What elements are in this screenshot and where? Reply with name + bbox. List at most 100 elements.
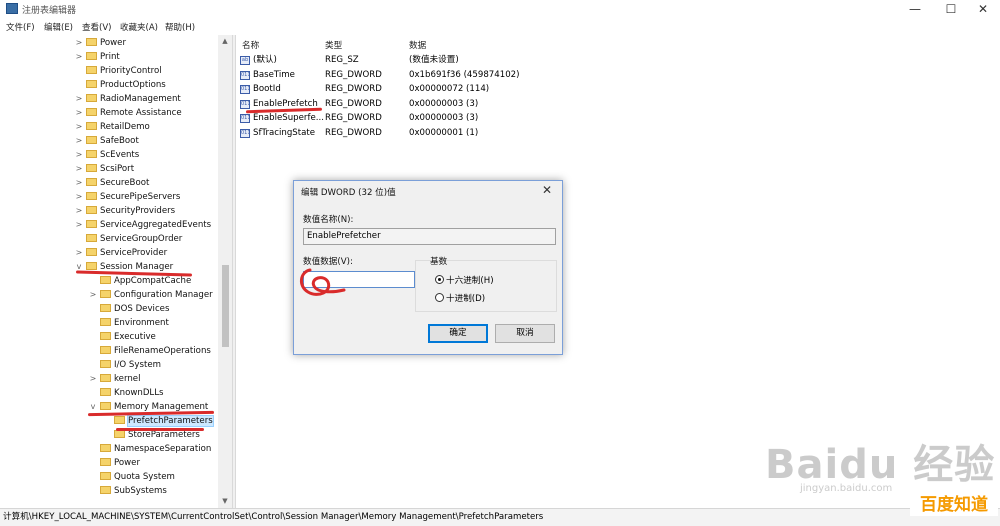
column-name[interactable]: 名称 — [242, 39, 259, 51]
tree-item[interactable]: ServiceGroupOrder — [74, 232, 182, 246]
tree-item[interactable]: Executive — [88, 330, 156, 344]
tree-item[interactable]: I/O System — [88, 358, 161, 372]
tree-item-label[interactable]: SubSystems — [114, 486, 167, 496]
tree-item-label[interactable]: SafeBoot — [100, 136, 139, 146]
value-name[interactable]: BaseTime — [253, 68, 295, 83]
tree-item-label[interactable]: SecurePipeServers — [100, 192, 180, 202]
chevron-down-icon[interactable]: v — [88, 400, 98, 414]
tree-item[interactable]: > ServiceProvider — [74, 246, 167, 260]
tree-item-label[interactable]: Power — [100, 38, 126, 48]
tree-item-label[interactable]: PriorityControl — [100, 66, 162, 76]
tree-item-label[interactable]: kernel — [114, 374, 140, 384]
chevron-right-icon[interactable]: > — [74, 36, 84, 50]
tree-item-label[interactable]: AppCompatCache — [114, 276, 191, 286]
tree-item[interactable]: PrefetchParameters — [102, 414, 214, 428]
tree-item-label[interactable]: ProductOptions — [100, 80, 166, 90]
radio-hexadecimal[interactable]: 十六进制(H) — [435, 274, 555, 286]
radio-hex-label[interactable]: 十六进制(H) — [446, 276, 494, 286]
menu-edit[interactable]: 编辑(E) — [44, 21, 73, 33]
tree-item-label[interactable]: Remote Assistance — [100, 108, 182, 118]
tree-item-label[interactable]: ServiceAggregatedEvents — [100, 220, 211, 230]
tree-item-label[interactable]: KnownDLLs — [114, 388, 164, 398]
tree-item[interactable]: > RadioManagement — [74, 92, 181, 106]
radio-hex-dot-icon[interactable] — [435, 275, 444, 284]
tree-item[interactable]: DOS Devices — [88, 302, 169, 316]
cancel-button[interactable]: 取消 — [495, 324, 555, 343]
value-row[interactable]: 011 EnableSuperfe... REG_DWORD 0x00000003 (… — [240, 111, 600, 126]
tree-item-label[interactable]: DOS Devices — [114, 304, 169, 314]
menu-favorites[interactable]: 收藏夹(A) — [120, 21, 158, 33]
chevron-right-icon[interactable]: > — [74, 218, 84, 232]
tree-item[interactable]: > SecureBoot — [74, 176, 149, 190]
tree-item[interactable]: FileRenameOperations — [88, 344, 211, 358]
tree-item-label[interactable]: RetailDemo — [100, 122, 150, 132]
maximize-button[interactable]: ☐ — [934, 0, 968, 18]
tree-item[interactable]: ProductOptions — [74, 78, 166, 92]
value-name[interactable]: EnableSuperfe... — [253, 111, 324, 126]
chevron-right-icon[interactable]: > — [74, 190, 84, 204]
tree-item[interactable]: > ScEvents — [74, 148, 139, 162]
tree-item-label[interactable]: RadioManagement — [100, 94, 181, 104]
radio-dec-dot-icon[interactable] — [435, 293, 444, 302]
tree-item-label[interactable]: ServiceProvider — [100, 248, 167, 258]
menu-help[interactable]: 帮助(H) — [165, 21, 195, 33]
chevron-right-icon[interactable]: > — [74, 176, 84, 190]
ok-button[interactable]: 确定 — [428, 324, 488, 343]
chevron-right-icon[interactable]: > — [74, 204, 84, 218]
chevron-right-icon[interactable]: > — [74, 148, 84, 162]
tree-item[interactable]: Quota System — [88, 470, 175, 484]
tree-item-label[interactable]: Print — [100, 52, 120, 62]
tree-item-label[interactable]: Executive — [114, 332, 156, 342]
column-type[interactable]: 类型 — [325, 39, 342, 51]
close-button[interactable]: ✕ — [966, 0, 1000, 18]
tree-item-label[interactable]: Power — [114, 458, 140, 468]
chevron-right-icon[interactable]: > — [74, 106, 84, 120]
tree-item[interactable]: PriorityControl — [74, 64, 162, 78]
tree-item-label[interactable]: ScEvents — [100, 150, 139, 160]
tree-item[interactable]: SubSystems — [88, 484, 167, 498]
value-row[interactable]: 011 BaseTime REG_DWORD 0x1b691f36 (45987410… — [240, 68, 600, 83]
tree-item[interactable]: > RetailDemo — [74, 120, 150, 134]
tree-item-label[interactable]: SecurityProviders — [100, 206, 175, 216]
value-row[interactable]: ab (默认) REG_SZ (数值未设置) — [240, 53, 600, 68]
chevron-right-icon[interactable]: > — [74, 162, 84, 176]
tree-item-label[interactable]: NamespaceSeparation — [114, 444, 211, 454]
value-name[interactable]: (默认) — [253, 53, 277, 68]
chevron-right-icon[interactable]: > — [74, 92, 84, 106]
chevron-right-icon[interactable]: > — [74, 134, 84, 148]
chevron-right-icon[interactable]: > — [74, 246, 84, 260]
radio-decimal[interactable]: 十进制(D) — [435, 292, 555, 304]
dialog-close-icon[interactable]: ✕ — [536, 181, 558, 199]
tree-item[interactable]: > SecurePipeServers — [74, 190, 180, 204]
tree-item[interactable]: > Power — [74, 36, 126, 50]
tree-item-label[interactable]: SecureBoot — [100, 178, 149, 188]
chevron-right-icon[interactable]: > — [74, 50, 84, 64]
chevron-right-icon[interactable]: > — [74, 120, 84, 134]
tree-item[interactable]: > SecurityProviders — [74, 204, 175, 218]
tree-item-label[interactable]: ScsiPort — [100, 164, 134, 174]
tree-item-label[interactable]: FileRenameOperations — [114, 346, 211, 356]
tree-item-label[interactable]: Configuration Manager — [114, 290, 213, 300]
tree-item[interactable]: > Print — [74, 50, 120, 64]
tree-item-label[interactable]: PrefetchParameters — [127, 415, 214, 427]
tree-item-label[interactable]: I/O System — [114, 360, 161, 370]
scroll-down-icon[interactable]: ▼ — [218, 496, 232, 506]
tree-item[interactable]: > SafeBoot — [74, 134, 139, 148]
radio-dec-label[interactable]: 十进制(D) — [446, 294, 485, 304]
tree-item[interactable]: KnownDLLs — [88, 386, 164, 400]
tree-item[interactable]: > Configuration Manager — [88, 288, 213, 302]
scroll-up-icon[interactable]: ▲ — [218, 36, 232, 46]
tree-item[interactable]: > Remote Assistance — [74, 106, 182, 120]
value-row[interactable]: 011 BootId REG_DWORD 0x00000072 (114) — [240, 82, 600, 97]
tree-item[interactable]: NamespaceSeparation — [88, 442, 211, 456]
tree-item-label[interactable]: Environment — [114, 318, 169, 328]
value-name[interactable]: SfTracingState — [253, 126, 315, 141]
tree-item[interactable]: > kernel — [88, 372, 140, 386]
scroll-thumb[interactable] — [222, 265, 229, 347]
tree-item-label[interactable]: ServiceGroupOrder — [100, 234, 182, 244]
tree-item-label[interactable]: StoreParameters — [128, 430, 200, 440]
value-name[interactable]: BootId — [253, 82, 281, 97]
tree-item[interactable]: > ServiceAggregatedEvents — [74, 218, 211, 232]
tree-item[interactable]: > ScsiPort — [74, 162, 134, 176]
tree-item[interactable]: Environment — [88, 316, 169, 330]
